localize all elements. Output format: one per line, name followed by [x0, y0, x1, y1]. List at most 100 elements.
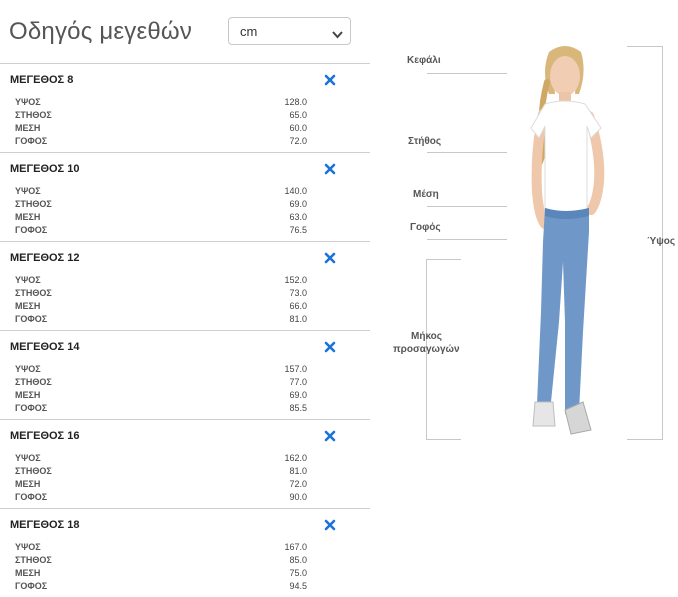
- page-title: Οδηγός μεγεθών: [9, 18, 193, 45]
- measure-row: ΥΨΟΣ 162.0: [15, 453, 307, 466]
- measure-value: 81.0: [289, 314, 307, 324]
- measure-value: 152.0: [284, 275, 307, 285]
- measure-label: ΣΤΗΘΟΣ: [15, 199, 52, 209]
- measure-label: ΣΤΗΘΟΣ: [15, 466, 52, 476]
- close-icon[interactable]: [324, 340, 336, 353]
- measure-label: ΥΨΟΣ: [15, 97, 41, 107]
- size-block: ΜΕΓΕΘΟΣ 8 ΥΨΟΣ 128.0 ΣΤΗΘΟΣ 65.0 ΜΕΣΗ 60.0 …: [0, 63, 370, 152]
- head-label: Κεφάλι: [407, 55, 441, 66]
- inseam-bracket-bottom: [426, 439, 461, 440]
- measure-row: ΥΨΟΣ 140.0: [15, 186, 307, 199]
- measure-label: ΜΕΣΗ: [15, 390, 41, 400]
- close-icon[interactable]: [324, 429, 336, 442]
- measure-row: ΓΟΦΟΣ 85.5: [15, 403, 307, 416]
- measure-row: ΣΤΗΘΟΣ 81.0: [15, 466, 307, 479]
- inseam-label-line1: Μήκος: [411, 331, 442, 342]
- measure-row: ΜΕΣΗ 66.0: [15, 301, 307, 314]
- measure-label: ΓΟΦΟΣ: [15, 225, 48, 235]
- measure-label: ΓΟΦΟΣ: [15, 314, 48, 324]
- measure-label: ΥΨΟΣ: [15, 453, 41, 463]
- measure-label: ΥΨΟΣ: [15, 275, 41, 285]
- measure-label: ΜΕΣΗ: [15, 479, 41, 489]
- measure-value: 85.0: [289, 555, 307, 565]
- measure-row: ΜΕΣΗ 69.0: [15, 390, 307, 403]
- size-table: ΜΕΓΕΘΟΣ 8 ΥΨΟΣ 128.0 ΣΤΗΘΟΣ 65.0 ΜΕΣΗ 60.0 …: [0, 63, 370, 597]
- measure-value: 69.0: [289, 390, 307, 400]
- measure-label: ΥΨΟΣ: [15, 542, 41, 552]
- height-bracket-bottom: [627, 439, 663, 440]
- size-block: ΜΕΓΕΘΟΣ 14 ΥΨΟΣ 157.0 ΣΤΗΘΟΣ 77.0 ΜΕΣΗ 69.0…: [0, 330, 370, 419]
- measure-label: ΣΤΗΘΟΣ: [15, 110, 52, 120]
- measurement-figure: Κεφάλι Στήθος Μέση Γοφός Μήκος προσαγωγώ…: [375, 30, 678, 450]
- measure-row: ΜΕΣΗ 60.0: [15, 123, 307, 136]
- close-icon[interactable]: [324, 73, 336, 86]
- close-icon[interactable]: [324, 251, 336, 264]
- size-title: ΜΕΓΕΘΟΣ 16: [10, 430, 80, 442]
- measure-value: 60.0: [289, 123, 307, 133]
- measure-value: 66.0: [289, 301, 307, 311]
- inseam-bracket-top: [426, 259, 461, 260]
- size-title: ΜΕΓΕΘΟΣ 14: [10, 341, 80, 353]
- model-figure: [530, 46, 605, 435]
- waist-guide-line: [427, 206, 507, 207]
- measure-row: ΜΕΣΗ 63.0: [15, 212, 307, 225]
- measure-value: 72.0: [289, 479, 307, 489]
- measure-value: 73.0: [289, 288, 307, 298]
- measure-label: ΜΕΣΗ: [15, 123, 41, 133]
- measure-row: ΜΕΣΗ 75.0: [15, 568, 307, 581]
- measure-row: ΥΨΟΣ 128.0: [15, 97, 307, 110]
- measure-row: ΓΟΦΟΣ 72.0: [15, 136, 307, 149]
- measure-label: ΣΤΗΘΟΣ: [15, 377, 52, 387]
- measure-value: 72.0: [289, 136, 307, 146]
- measure-value: 63.0: [289, 212, 307, 222]
- measure-value: 77.0: [289, 377, 307, 387]
- measure-value: 85.5: [289, 403, 307, 413]
- measure-label: ΜΕΣΗ: [15, 301, 41, 311]
- chest-label: Στήθος: [408, 136, 442, 147]
- measure-value: 69.0: [289, 199, 307, 209]
- measure-row: ΥΨΟΣ 167.0: [15, 542, 307, 555]
- close-icon[interactable]: [324, 518, 336, 531]
- measure-row: ΜΕΣΗ 72.0: [15, 479, 307, 492]
- size-block: ΜΕΓΕΘΟΣ 12 ΥΨΟΣ 152.0 ΣΤΗΘΟΣ 73.0 ΜΕΣΗ 66.0…: [0, 241, 370, 330]
- measure-value: 157.0: [284, 364, 307, 374]
- height-label: Ύψος: [647, 236, 676, 247]
- size-title: ΜΕΓΕΘΟΣ 10: [10, 163, 80, 175]
- measure-value: 65.0: [289, 110, 307, 120]
- head-guide-line: [427, 73, 507, 74]
- hips-label: Γοφός: [410, 222, 441, 233]
- measure-label: ΓΟΦΟΣ: [15, 403, 48, 413]
- measure-row: ΣΤΗΘΟΣ 77.0: [15, 377, 307, 390]
- measure-row: ΣΤΗΘΟΣ 65.0: [15, 110, 307, 123]
- measure-value: 76.5: [289, 225, 307, 235]
- measure-label: ΓΟΦΟΣ: [15, 136, 48, 146]
- unit-select-value: cm: [240, 24, 258, 39]
- measure-row: ΣΤΗΘΟΣ 69.0: [15, 199, 307, 212]
- measure-value: 94.5: [289, 581, 307, 591]
- measure-row: ΥΨΟΣ 157.0: [15, 364, 307, 377]
- chevron-down-icon: [332, 26, 343, 44]
- size-title: ΜΕΓΕΘΟΣ 12: [10, 252, 80, 264]
- measure-label: ΓΟΦΟΣ: [15, 581, 48, 591]
- size-title: ΜΕΓΕΘΟΣ 8: [10, 74, 74, 86]
- close-icon[interactable]: [324, 162, 336, 175]
- chest-guide-line: [427, 152, 507, 153]
- measure-label: ΣΤΗΘΟΣ: [15, 288, 52, 298]
- measure-label: ΥΨΟΣ: [15, 186, 41, 196]
- size-block: ΜΕΓΕΘΟΣ 18 ΥΨΟΣ 167.0 ΣΤΗΘΟΣ 85.0 ΜΕΣΗ 75.0…: [0, 508, 370, 597]
- measure-row: ΥΨΟΣ 152.0: [15, 275, 307, 288]
- height-bracket-top: [627, 46, 663, 47]
- measure-row: ΣΤΗΘΟΣ 85.0: [15, 555, 307, 568]
- measure-value: 75.0: [289, 568, 307, 578]
- measure-label: ΣΤΗΘΟΣ: [15, 555, 52, 565]
- measure-row: ΓΟΦΟΣ 90.0: [15, 492, 307, 505]
- size-block: ΜΕΓΕΘΟΣ 16 ΥΨΟΣ 162.0 ΣΤΗΘΟΣ 81.0 ΜΕΣΗ 72.0…: [0, 419, 370, 508]
- measure-label: ΓΟΦΟΣ: [15, 492, 48, 502]
- measure-label: ΜΕΣΗ: [15, 568, 41, 578]
- inseam-label-line2: προσαγωγών: [393, 344, 460, 355]
- measure-row: ΓΟΦΟΣ 94.5: [15, 581, 307, 594]
- measure-row: ΓΟΦΟΣ 76.5: [15, 225, 307, 238]
- unit-select[interactable]: cm: [228, 17, 351, 45]
- measure-value: 140.0: [284, 186, 307, 196]
- measure-row: ΓΟΦΟΣ 81.0: [15, 314, 307, 327]
